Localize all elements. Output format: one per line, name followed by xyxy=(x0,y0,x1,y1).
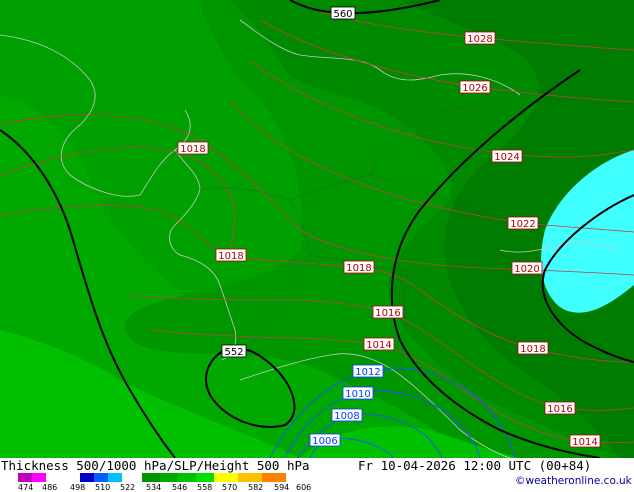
scale-tick-570: 570 xyxy=(222,483,238,492)
weather-map: 1028 1026 1024 1022 1020 1018 1018 1018 … xyxy=(0,0,634,458)
svg-text:1008: 1008 xyxy=(334,411,359,422)
label-1026: 1026 xyxy=(459,80,491,94)
svg-text:1024: 1024 xyxy=(494,152,519,163)
svg-text:1018: 1018 xyxy=(520,344,545,355)
label-1020: 1020 xyxy=(511,261,543,275)
scale-swatch-0 xyxy=(18,473,32,482)
svg-text:1016: 1016 xyxy=(547,404,572,415)
scale-tick-606: 606 xyxy=(296,483,312,492)
scale-swatch-10 xyxy=(238,473,262,482)
label-1018-east: 1018 xyxy=(517,341,549,355)
scale-tick-510: 510 xyxy=(95,483,111,492)
scale-tick-534: 534 xyxy=(146,483,162,492)
label-1018-central: 1018 xyxy=(343,260,375,274)
label-1018-france: 1018 xyxy=(215,248,247,262)
label-1014-east: 1014 xyxy=(569,434,601,448)
scale-swatch-1 xyxy=(32,473,46,482)
svg-text:1028: 1028 xyxy=(467,34,492,45)
scale-tick-582: 582 xyxy=(248,483,264,492)
scale-swatch-9 xyxy=(214,473,238,482)
label-1008: 1008 xyxy=(331,408,363,422)
scale-swatch-6 xyxy=(160,473,178,482)
label-1006: 1006 xyxy=(309,433,341,447)
scale-swatch-4 xyxy=(108,473,122,482)
valid-time: Fr 10-04-2026 12:00 UTC (00+84) xyxy=(358,458,592,473)
scale-tick-498: 498 xyxy=(70,483,86,492)
svg-text:1018: 1018 xyxy=(180,144,205,155)
scale-tick-486: 486 xyxy=(42,483,58,492)
label-1012: 1012 xyxy=(352,364,384,378)
label-1010: 1010 xyxy=(342,386,374,400)
svg-text:1018: 1018 xyxy=(346,263,371,274)
map-title: Thickness 500/1000 hPa/SLP/Height 500 hP… xyxy=(1,458,310,473)
label-1028: 1028 xyxy=(464,31,496,45)
svg-text:1010: 1010 xyxy=(345,389,370,400)
svg-text:1012: 1012 xyxy=(355,367,380,378)
svg-text:1022: 1022 xyxy=(510,219,535,230)
label-1016-east: 1016 xyxy=(544,401,576,415)
scale-swatch-8 xyxy=(196,473,214,482)
map-panel: 1028 1026 1024 1022 1020 1018 1018 1018 … xyxy=(0,0,634,458)
scale-tick-474: 474 xyxy=(18,483,34,492)
svg-text:1018: 1018 xyxy=(218,251,243,262)
svg-text:1014: 1014 xyxy=(366,340,391,351)
scale-tick-546: 546 xyxy=(172,483,188,492)
svg-text:552: 552 xyxy=(224,347,243,358)
scale-swatch-3 xyxy=(94,473,108,482)
svg-text:1020: 1020 xyxy=(514,264,539,275)
svg-text:1006: 1006 xyxy=(312,436,337,447)
label-552: 552 xyxy=(221,344,247,358)
scale-tick-558: 558 xyxy=(197,483,213,492)
label-1016-alps: 1016 xyxy=(372,305,404,319)
label-1018-uk: 1018 xyxy=(177,141,209,155)
scale-tick-594: 594 xyxy=(274,483,290,492)
label-1014-alps: 1014 xyxy=(363,337,395,351)
credit-link[interactable]: ©weatheronline.co.uk xyxy=(515,475,632,487)
svg-text:1016: 1016 xyxy=(375,308,400,319)
scale-swatch-11 xyxy=(262,473,286,482)
svg-text:1026: 1026 xyxy=(462,83,487,94)
label-1024: 1024 xyxy=(491,149,523,163)
svg-text:1014: 1014 xyxy=(572,437,597,448)
scale-tick-522: 522 xyxy=(120,483,136,492)
label-1022: 1022 xyxy=(507,216,539,230)
label-560: 560 xyxy=(330,6,356,20)
scale-swatch-2 xyxy=(80,473,94,482)
scale-swatch-5 xyxy=(142,473,160,482)
scale-swatch-7 xyxy=(178,473,196,482)
svg-text:560: 560 xyxy=(333,9,352,20)
